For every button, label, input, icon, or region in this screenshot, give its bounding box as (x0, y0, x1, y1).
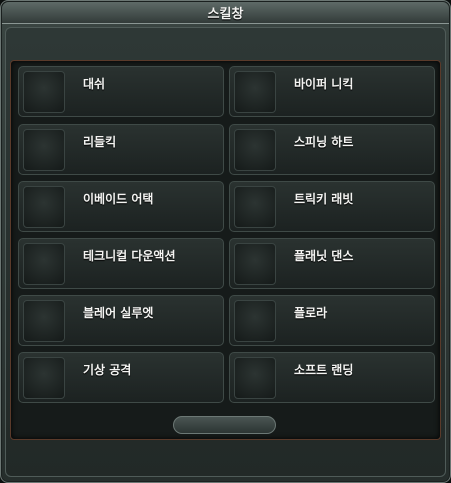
skill-right-4[interactable]: 플래닛 댄스 (229, 238, 435, 289)
skill-icon-slot[interactable] (234, 357, 276, 399)
skill-label: 트릭키 래빗 (294, 192, 354, 206)
skill-label: 소프트 랜딩 (294, 363, 354, 377)
skill-right-6[interactable]: 소프트 랜딩 (229, 352, 435, 403)
skill-label: 스피닝 하트 (294, 135, 354, 149)
skill-icon-slot[interactable] (23, 357, 65, 399)
skill-icon-slot[interactable] (234, 186, 276, 228)
skill-label: 테크니컬 다운액션 (83, 249, 176, 263)
skill-icon-slot[interactable] (234, 129, 276, 171)
skill-icon-slot[interactable] (23, 243, 65, 285)
skill-label: 이베이드 어택 (83, 192, 154, 206)
skill-label: 플로라 (294, 306, 328, 320)
skill-left-5[interactable]: 블레어 실루엣 (18, 295, 224, 346)
skill-right-5[interactable]: 플로라 (229, 295, 435, 346)
skill-right-1[interactable]: 바이퍼 니킥 (229, 66, 435, 117)
skill-left-2[interactable]: 리들킥 (18, 124, 224, 175)
skill-icon-slot[interactable] (23, 71, 65, 113)
skill-label: 바이퍼 니킥 (294, 77, 354, 91)
title-bar[interactable]: 스킬창 (2, 2, 449, 24)
skill-right-3[interactable]: 트릭키 래빗 (229, 181, 435, 232)
skill-left-3[interactable]: 이베이드 어택 (18, 181, 224, 232)
skill-icon-slot[interactable] (234, 243, 276, 285)
skill-icon-slot[interactable] (234, 300, 276, 342)
skill-icon-slot[interactable] (23, 300, 65, 342)
skill-icon-slot[interactable] (234, 71, 276, 113)
window-title: 스킬창 (207, 7, 244, 22)
skill-left-6[interactable]: 기상 공격 (18, 352, 224, 403)
scroll-handle[interactable] (173, 416, 276, 434)
skill-label: 리들킥 (83, 135, 117, 149)
skill-icon-slot[interactable] (23, 186, 65, 228)
skill-icon-slot[interactable] (23, 129, 65, 171)
skill-right-2[interactable]: 스피닝 하트 (229, 124, 435, 175)
skill-label: 대쉬 (83, 77, 106, 91)
skill-label: 플래닛 댄스 (294, 249, 354, 263)
skill-label: 블레어 실루엣 (83, 306, 154, 320)
skill-label: 기상 공격 (83, 363, 132, 377)
skill-left-4[interactable]: 테크니컬 다운액션 (18, 238, 224, 289)
skill-left-1[interactable]: 대쉬 (18, 66, 224, 117)
